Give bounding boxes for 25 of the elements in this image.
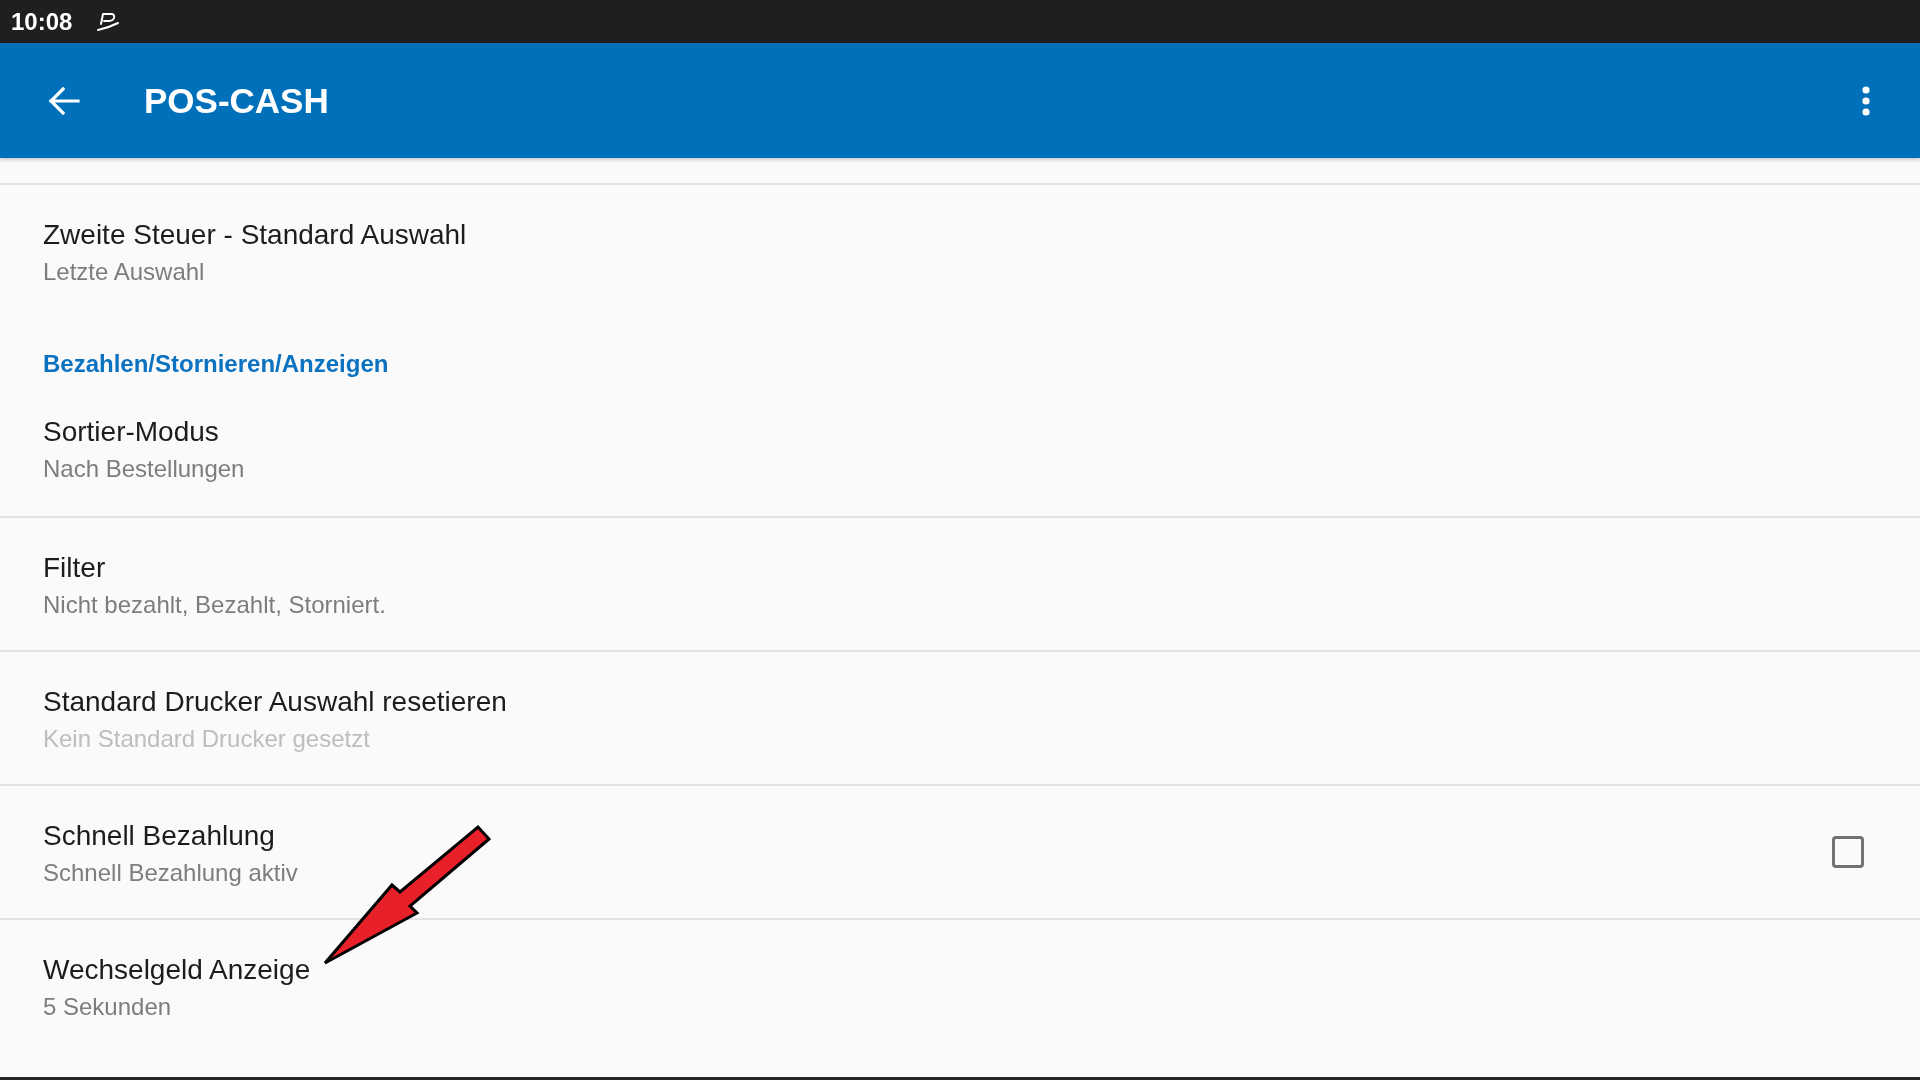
back-button[interactable] [48, 86, 80, 115]
category-header: Bezahlen/Stornieren/Anzeigen [42, 349, 390, 379]
preference-summary: Kein Standard Drucker gesetzt [43, 724, 370, 754]
checkbox[interactable] [1832, 836, 1864, 868]
preference-title: Schnell Bezahlung [43, 819, 275, 853]
preference-row[interactable]: Standard Drucker Auswahl resetieren Kein Standard Drucker gesetzt [0, 650, 1920, 784]
preference-title: Sortier-Modus [43, 415, 219, 449]
app-title: POS-CASH [144, 79, 329, 122]
preference-title: Wechselgeld Anzeige [43, 953, 311, 987]
more-icon [1862, 85, 1870, 116]
back-icon [48, 86, 80, 115]
more-button[interactable] [1862, 85, 1870, 116]
preference-title: Filter [43, 551, 106, 585]
preference-row[interactable]: Zweite Steuer - Standard Auswahl Letzte Auswahl [0, 183, 1920, 317]
logo-icon [96, 11, 121, 32]
status-time: 10:08 [11, 7, 73, 36]
preference-summary: Nicht bezahlt, Bezahlt, Storniert. [43, 590, 386, 620]
preference-summary: Letzte Auswahl [43, 257, 205, 287]
preference-title: Zweite Steuer - Standard Auswahl [43, 218, 467, 252]
preference-row[interactable]: Sortier-Modus Nach Bestellungen [0, 382, 1920, 516]
preference-summary: Nach Bestellungen [43, 454, 245, 484]
preference-title: Standard Drucker Auswahl resetieren [43, 685, 507, 719]
preference-summary: 5 Sekunden [43, 992, 172, 1022]
preference-row[interactable]: Filter Nicht bezahlt, Bezahlt, Storniert. [0, 516, 1920, 650]
preference-summary: Schnell Bezahlung aktiv [43, 858, 298, 888]
